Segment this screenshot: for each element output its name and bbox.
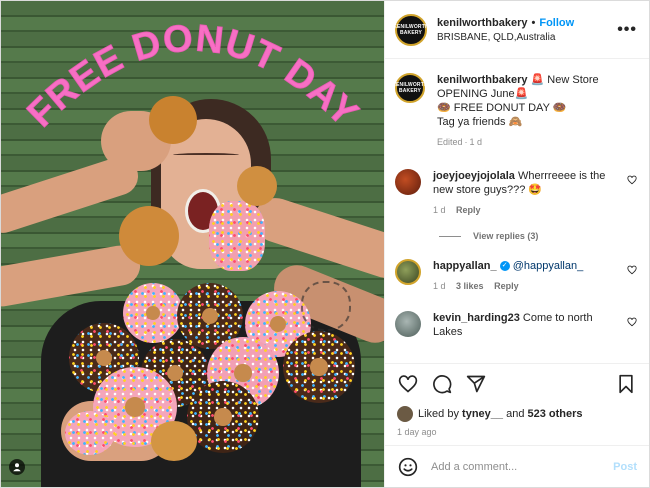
comment-username[interactable]: joeyjoeyjojolala [433, 170, 515, 182]
comment-time[interactable]: 1 d [433, 205, 446, 215]
arm-tattoo [301, 281, 351, 331]
comment-likes[interactable]: 3 likes [456, 281, 484, 291]
commenter-avatar[interactable] [395, 311, 421, 337]
donut-pile-11 [151, 421, 197, 461]
donut-pile-7 [283, 331, 355, 403]
arm-right [248, 192, 384, 284]
caption: KENILWORTH BAKERY kenilworthbakery 🚨 New… [392, 73, 637, 149]
commenter-avatar[interactable] [395, 259, 421, 285]
emoji-smiley-icon[interactable] [397, 456, 419, 478]
caption-body: kenilworthbakery 🚨 New Store OPENING Jun… [437, 73, 637, 149]
caption-time[interactable]: 1 d [470, 137, 483, 147]
caption-avatar[interactable]: KENILWORTH BAKERY [392, 73, 428, 103]
meta-sep: · [464, 137, 468, 147]
post-modal: FREE DONUT DAY KENILWORTH BAKERY kenilwo… [0, 0, 650, 488]
logo-text: KENILWORTH BAKERY [393, 23, 429, 36]
action-bar-left [397, 373, 615, 395]
comment-username[interactable]: kevin_harding23 [433, 312, 520, 324]
like-comment-heart-icon[interactable] [627, 175, 637, 185]
comment-meta: 1 d Reply [433, 203, 621, 217]
reply-button[interactable]: Reply [494, 281, 519, 291]
comment-body: joeyjoeyjojolala Wherrreeee is the new s… [433, 169, 637, 217]
post-header: KENILWORTH BAKERY kenilworthbakery • Fol… [385, 1, 649, 59]
commenter-avatar[interactable] [395, 169, 421, 195]
header-separator: • [531, 16, 536, 29]
liked-by-conj: and [506, 408, 525, 420]
view-replies-button[interactable]: View replies (3) [439, 231, 637, 241]
caption-line-2: 🍩 FREE DONUT DAY 🍩 [437, 102, 567, 114]
donut-pile-9 [187, 381, 259, 453]
donut-pile-1 [123, 283, 183, 343]
headline-text: FREE DONUT DAY [20, 17, 367, 135]
more-options-icon[interactable]: ••• [617, 21, 637, 39]
arm-left-mid [1, 242, 144, 310]
post-sidebar: KENILWORTH BAKERY kenilworthbakery • Fol… [384, 1, 649, 487]
reply-button[interactable]: Reply [456, 205, 481, 215]
share-paper-plane-icon[interactable] [465, 373, 487, 395]
comment-mention[interactable]: @happyallan_ [513, 260, 584, 272]
comment-username[interactable]: happyallan_ [433, 260, 497, 272]
likes-summary: Liked by tyney__ and 523 others [385, 403, 649, 425]
save-bookmark-icon[interactable] [615, 373, 637, 395]
tagged-users-icon[interactable] [9, 459, 25, 475]
comment-bubble-icon[interactable] [431, 373, 453, 395]
action-bar [385, 363, 649, 403]
location-link[interactable]: BRISBANE, QLD,Australia [437, 32, 617, 43]
comment-input[interactable] [431, 460, 614, 473]
comment-item: joeyjoeyjojolala Wherrreeee is the new s… [395, 169, 637, 217]
caption-logo-text: KENILWORTH BAKERY [392, 82, 428, 94]
like-comment-heart-icon[interactable] [627, 265, 637, 275]
like-heart-icon[interactable] [397, 373, 419, 395]
comment-item: happyallan_ ✓ @happyallan_ 1 d 3 likes R… [395, 259, 637, 293]
liker-username[interactable]: tyney__ [462, 408, 503, 420]
post-comment-button[interactable]: Post [613, 461, 637, 473]
comment-body: kevin_harding23 Come to north Lakes [433, 311, 637, 339]
caption-line-3: Tag ya friends 🙈 [437, 116, 523, 128]
header-text: kenilworthbakery • Follow BRISBANE, QLD,… [437, 17, 617, 43]
header-username[interactable]: kenilworthbakery [437, 17, 527, 29]
view-replies-label: View replies (3) [473, 231, 539, 241]
comment-time[interactable]: 1 d [433, 281, 446, 291]
comment-item: kevin_harding23 Come to north Lakes [395, 311, 637, 339]
likes-count[interactable]: 523 others [528, 408, 583, 420]
liked-by-prefix: Liked by [418, 408, 459, 420]
headline-arc: FREE DONUT DAY [19, 17, 367, 136]
comment-body: happyallan_ ✓ @happyallan_ 1 d 3 likes R… [433, 259, 599, 293]
caption-username[interactable]: kenilworthbakery [437, 74, 527, 86]
donut-pile-10 [65, 411, 115, 455]
donut-held-2 [119, 206, 179, 266]
header-line: kenilworthbakery • Follow [437, 17, 617, 29]
add-comment-bar: Post [385, 445, 649, 487]
caption-meta: Edited · 1 d [437, 135, 637, 149]
like-comment-heart-icon[interactable] [627, 317, 637, 327]
post-photo[interactable]: FREE DONUT DAY [1, 1, 384, 487]
replies-divider [439, 235, 461, 237]
donut-held-3 [209, 201, 265, 271]
follow-button[interactable]: Follow [539, 17, 574, 29]
verified-badge-icon: ✓ [499, 261, 510, 272]
bakery-avatar[interactable]: KENILWORTH BAKERY [393, 13, 429, 46]
post-time[interactable]: 1 day ago [385, 425, 649, 445]
comments-list[interactable]: KENILWORTH BAKERY kenilworthbakery 🚨 New… [385, 59, 649, 363]
liker-avatar[interactable] [397, 406, 413, 422]
edited-label: Edited [437, 137, 463, 147]
comment-meta: 1 d 3 likes Reply [433, 279, 583, 293]
